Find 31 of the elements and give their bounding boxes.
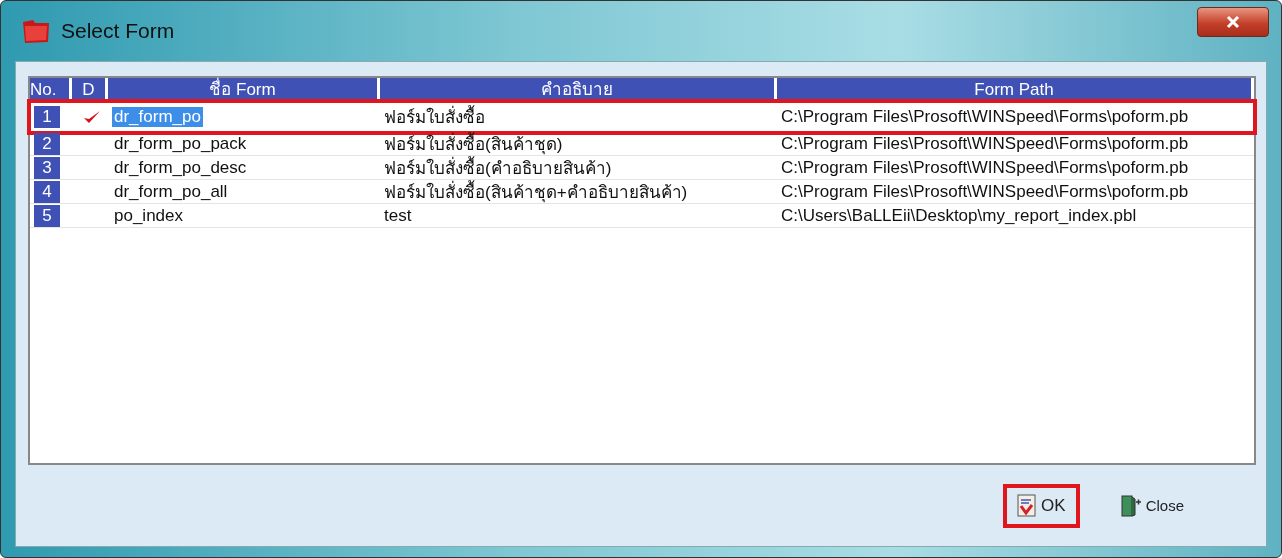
table-cell[interactable]: po_index	[112, 205, 185, 226]
document-check-icon	[1017, 493, 1038, 518]
column-header: D	[72, 78, 108, 102]
table-cell[interactable]: dr_form_po_pack	[112, 133, 249, 154]
table-cell: C:\Program Files\Prosoft\WINSpeed\Forms\poform.pb	[781, 157, 1189, 178]
table-cell: ฟอร์มใบสั่งซื้อ(สินค้าชุด+คำอธิบายสินค้า)	[384, 180, 688, 203]
table-cell: ฟอร์มใบสั่งซื้อ(สินค้าชุด)	[384, 132, 563, 155]
row-number: 4	[34, 180, 60, 203]
column-header: คำอธิบาย	[380, 78, 777, 102]
table-cell[interactable]: dr_form_po_all	[112, 181, 230, 202]
table-cell: C:\Program Files\Prosoft\WINSpeed\Forms\poform.pb	[781, 106, 1189, 127]
folder-icon	[21, 18, 51, 44]
close-icon[interactable]	[1197, 7, 1269, 37]
column-header: Form Path	[777, 78, 1254, 102]
table-cell: C:\Program Files\Prosoft\WINSpeed\Forms\poform.pb	[781, 181, 1189, 202]
window-title: Select Form	[61, 19, 175, 43]
table-cell[interactable]: dr_form_po_desc	[112, 157, 249, 178]
door-exit-icon	[1119, 493, 1142, 518]
table-cell: ฟอร์มใบสั่งซื้อ	[384, 103, 485, 130]
column-header: ชื่อ Form	[108, 78, 380, 102]
table-cell: C:\Program Files\Prosoft\WINSpeed\Forms\poform.pb	[781, 133, 1189, 154]
row-number: 1	[34, 105, 60, 128]
table-cell: C:\Users\BaLLEii\Desktop\my_report_index.pbl	[781, 205, 1137, 226]
row-number: 5	[34, 204, 60, 227]
column-header: No.	[30, 78, 72, 102]
row-number: 3	[34, 156, 60, 179]
row-number: 2	[34, 132, 60, 155]
ok-button[interactable]: OK	[1003, 483, 1080, 528]
table-cell: ฟอร์มใบสั่งซื้อ(คำอธิบายสินค้า)	[384, 156, 612, 179]
close-button[interactable]: Close	[1105, 483, 1198, 528]
table-cell: test	[384, 205, 412, 226]
